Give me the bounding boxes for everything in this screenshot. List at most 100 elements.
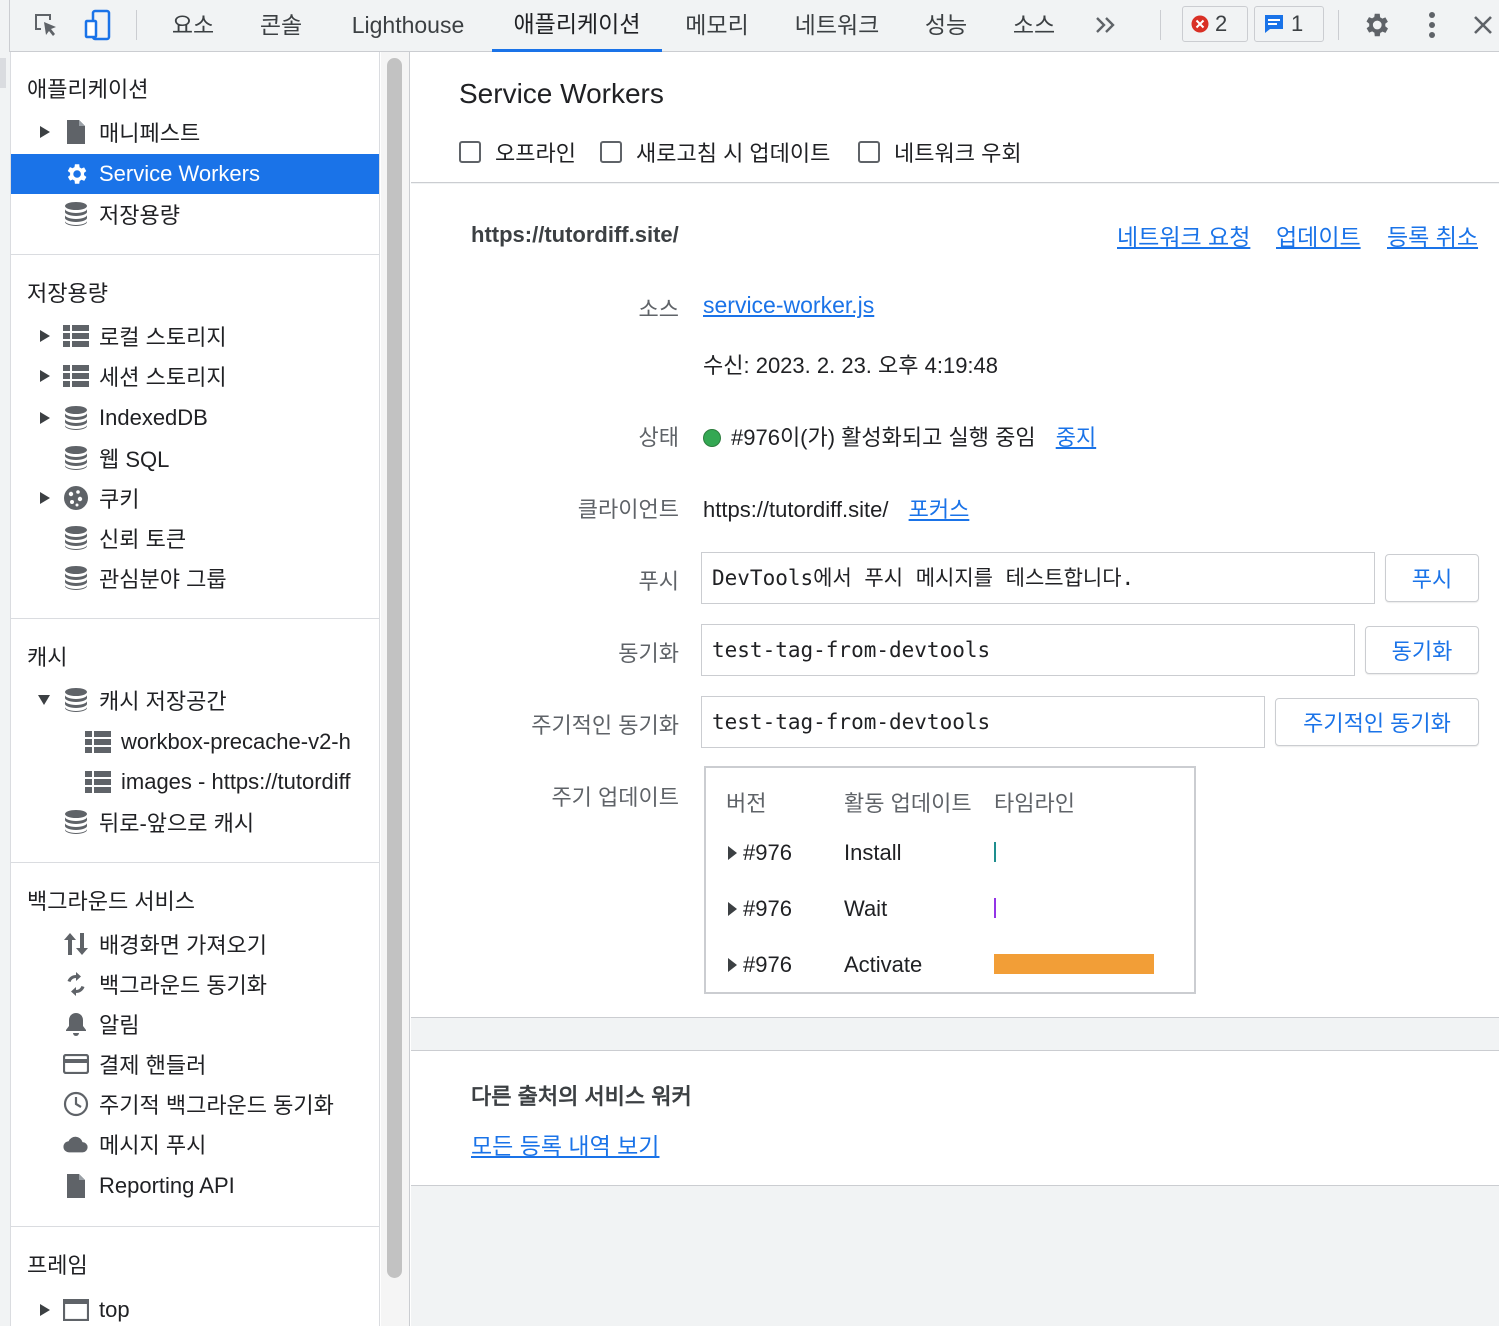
sync-button[interactable]: 동기화 [1365,626,1479,674]
sidebar-header-frames: 프레임 [27,1253,88,1278]
sidebar-item-label: 메시지 푸시 [99,1133,207,1158]
update-on-reload-checkbox[interactable]: 새로고침 시 업데이트 [600,136,830,168]
sync-input[interactable]: test-tag-from-devtools [701,624,1355,676]
sidebar-item-label: 알림 [99,1013,140,1038]
credit-card-icon [63,1051,89,1077]
periodic-sync-input[interactable]: test-tag-from-devtools [701,696,1265,748]
tab-elements[interactable]: 요소 [160,0,226,52]
sidebar-header-background-services: 백그라운드 서비스 [27,889,196,914]
table-icon [63,363,89,389]
sidebar-item-cache-workbox[interactable]: workbox-precache-v2-h [11,722,379,762]
sidebar-item-web-sql[interactable]: 웹 SQL [11,438,379,478]
sidebar-item-payment-handler[interactable]: 결제 핸들러 [11,1044,379,1084]
sidebar-item-push-messaging[interactable]: 메시지 푸시 [11,1124,379,1164]
tab-sources[interactable]: 소스 [1002,0,1066,52]
version-toggle[interactable]: #976 [728,840,792,866]
push-button[interactable]: 푸시 [1385,554,1479,602]
source-label: 소스 [638,297,679,322]
sidebar-item-local-storage[interactable]: 로컬 스토리지 [11,316,379,356]
sidebar-scrollbar-thumb[interactable] [387,58,402,1278]
expand-arrow-icon[interactable] [728,902,737,916]
tab-application[interactable]: 애플리케이션 [492,0,662,52]
version-number: #976 [743,952,792,977]
close-icon[interactable] [1466,0,1499,50]
tab-console[interactable]: 콘솔 [248,0,314,52]
sidebar-item-manifest[interactable]: 매니페스트 [11,112,379,152]
sidebar-item-notifications[interactable]: 알림 [11,1004,379,1044]
sidebar-item-label: IndexedDB [99,405,208,430]
expand-arrow-icon[interactable] [39,369,51,383]
toolbar-edge [0,0,10,52]
tab-performance[interactable]: 성능 [914,0,978,52]
expand-arrow-icon[interactable] [728,958,737,972]
inspect-element-icon[interactable] [26,0,66,50]
service-worker-entry: https://tutordiff.site/ 네트워크 요청 업데이트 등록 … [411,184,1499,1018]
sidebar-divider [11,254,379,255]
sidebar-item-interest-groups[interactable]: 관심분야 그룹 [11,558,379,598]
tab-network[interactable]: 네트워크 [782,0,892,52]
network-requests-link[interactable]: 네트워크 요청 [1117,218,1250,252]
sidebar-item-storage-overview[interactable]: 저장용량 [11,194,379,234]
sidebar-item-cache-storage[interactable]: 캐시 저장공간 [11,680,379,720]
message-count-badge[interactable]: 1 [1254,6,1324,42]
collapse-arrow-icon[interactable] [37,694,51,706]
device-toolbar-icon[interactable] [78,0,118,50]
sidebar-item-reporting-api[interactable]: Reporting API [11,1166,379,1206]
expand-arrow-icon[interactable] [39,1303,51,1317]
error-icon [1191,15,1209,33]
sidebar-item-cookies[interactable]: 쿠키 [11,478,379,518]
sidebar-divider [11,618,379,619]
sidebar-item-label: 로컬 스토리지 [99,325,227,350]
expand-arrow-icon[interactable] [39,411,51,425]
bypass-network-checkbox[interactable]: 네트워크 우회 [858,136,1022,168]
stop-link[interactable]: 중지 [1056,425,1096,450]
expand-arrow-icon[interactable] [39,125,51,139]
table-row: #976 Wait [706,890,1194,930]
event-name: Activate [844,952,923,977]
database-icon [63,201,89,227]
sync-icon [63,971,89,997]
more-options-icon[interactable] [1414,0,1450,50]
sidebar-item-background-fetch[interactable]: 배경화면 가져오기 [11,924,379,964]
table-row: #976 Activate [706,946,1194,986]
see-all-registrations-link[interactable]: 모든 등록 내역 보기 [471,1127,659,1161]
sidebar-item-session-storage[interactable]: 세션 스토리지 [11,356,379,396]
error-count-badge[interactable]: 2 [1182,6,1248,42]
sidebar-item-service-workers[interactable]: Service Workers [11,154,379,194]
checkbox-box[interactable] [600,141,622,163]
expand-arrow-icon[interactable] [39,329,51,343]
checkbox-box[interactable] [858,141,880,163]
sidebar-item-label: 세션 스토리지 [99,365,227,390]
version-toggle[interactable]: #976 [728,952,792,978]
tab-memory[interactable]: 메모리 [676,0,758,52]
sidebar-item-trust-tokens[interactable]: 신뢰 토큰 [11,518,379,558]
sidebar-item-back-forward-cache[interactable]: 뒤로-앞으로 캐시 [11,802,379,842]
sidebar-item-background-sync[interactable]: 백그라운드 동기화 [11,964,379,1004]
periodic-sync-button[interactable]: 주기적인 동기화 [1275,698,1479,746]
cloud-icon [63,1131,89,1157]
sidebar-item-periodic-background-sync[interactable]: 주기적 백그라운드 동기화 [11,1084,379,1124]
message-icon [1265,15,1283,33]
version-number: #976 [743,840,792,865]
expand-arrow-icon[interactable] [39,491,51,505]
expand-arrow-icon[interactable] [728,846,737,860]
version-toggle[interactable]: #976 [728,896,792,922]
sidebar-item-label: top [99,1297,130,1322]
tab-lighthouse[interactable]: Lighthouse [336,0,480,52]
gear-icon[interactable] [1356,0,1396,50]
toolbar-separator [1160,10,1161,40]
checkbox-box[interactable] [459,141,481,163]
sidebar-item-frame-top[interactable]: top [11,1290,379,1326]
update-link[interactable]: 업데이트 [1276,218,1361,252]
checkbox-label: 네트워크 우회 [894,141,1022,166]
sidebar-item-indexeddb[interactable]: IndexedDB [11,398,379,438]
sidebar-item-label: 주기적 백그라운드 동기화 [99,1093,334,1118]
sidebar-item-label: 배경화면 가져오기 [99,933,268,958]
offline-checkbox[interactable]: 오프라인 [459,136,576,168]
unregister-link[interactable]: 등록 취소 [1387,218,1478,252]
push-input[interactable]: DevTools에서 푸시 메시지를 테스트합니다. [701,552,1375,604]
focus-link[interactable]: 포커스 [909,497,970,522]
source-file-link[interactable]: service-worker.js [703,292,874,319]
sidebar-item-cache-images[interactable]: images - https://tutordiff [11,762,379,802]
double-chevron-right-icon[interactable] [1086,0,1126,50]
